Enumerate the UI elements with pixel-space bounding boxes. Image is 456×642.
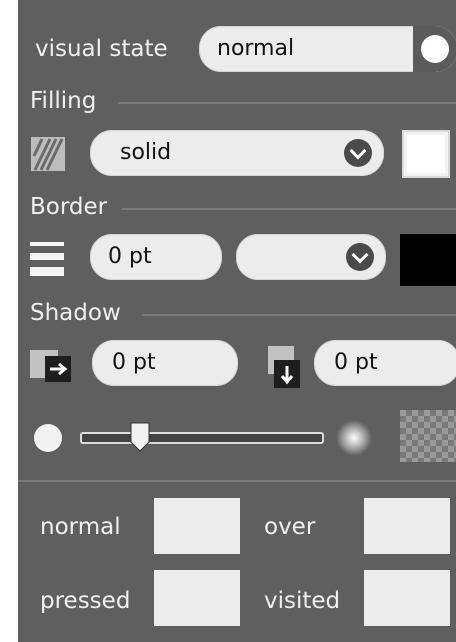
border-heading: Border (30, 194, 108, 220)
fill-pattern-value: solid (120, 140, 172, 165)
border-width-field[interactable]: 0 pt (90, 234, 222, 280)
max-blur-icon (336, 420, 372, 456)
border-color-swatch[interactable] (400, 234, 456, 286)
border-divider (122, 208, 456, 210)
filling-heading: Filling (30, 88, 97, 114)
state-normal-label: normal (40, 514, 121, 540)
shadow-offset-y-icon[interactable] (268, 346, 304, 390)
state-over-label: over (264, 514, 316, 540)
chevron-down-icon (344, 139, 372, 167)
fill-color-swatch[interactable] (402, 130, 450, 178)
shadow-heading: Shadow (30, 300, 121, 326)
no-blur-icon (34, 424, 62, 452)
fill-pattern-icon[interactable] (30, 136, 66, 172)
properties-panel: visual state normal Filling solid Border… (18, 0, 456, 642)
blur-slider-track[interactable] (80, 432, 324, 444)
states-divider (18, 480, 456, 482)
border-lines-icon[interactable] (30, 242, 68, 276)
chevron-down-icon (421, 35, 449, 63)
transparent-color-icon[interactable] (400, 410, 456, 462)
visual-state-value: normal (217, 36, 295, 61)
state-visited-preview[interactable] (364, 570, 450, 626)
shadow-x-field[interactable]: 0 pt (92, 340, 238, 386)
fill-pattern-select[interactable]: solid (90, 130, 384, 176)
visual-state-dropdown-button[interactable] (413, 26, 456, 72)
shadow-y-value: 0 pt (334, 350, 378, 375)
state-normal-preview[interactable] (154, 498, 240, 554)
state-pressed-label: pressed (40, 588, 131, 614)
chevron-down-icon (346, 243, 374, 271)
shadow-y-field[interactable]: 0 pt (314, 340, 456, 386)
filling-divider (118, 102, 456, 104)
state-pressed-preview[interactable] (154, 570, 240, 626)
shadow-divider (142, 314, 456, 316)
border-width-value: 0 pt (108, 244, 152, 269)
visual-state-select[interactable]: normal (199, 26, 456, 72)
blur-slider-thumb[interactable] (130, 422, 150, 452)
visual-state-label: visual state (35, 36, 168, 62)
shadow-x-value: 0 pt (112, 350, 156, 375)
border-style-select[interactable] (236, 234, 386, 280)
shadow-offset-x-icon[interactable] (30, 350, 78, 384)
state-over-preview[interactable] (364, 498, 450, 554)
state-visited-label: visited (264, 588, 341, 614)
